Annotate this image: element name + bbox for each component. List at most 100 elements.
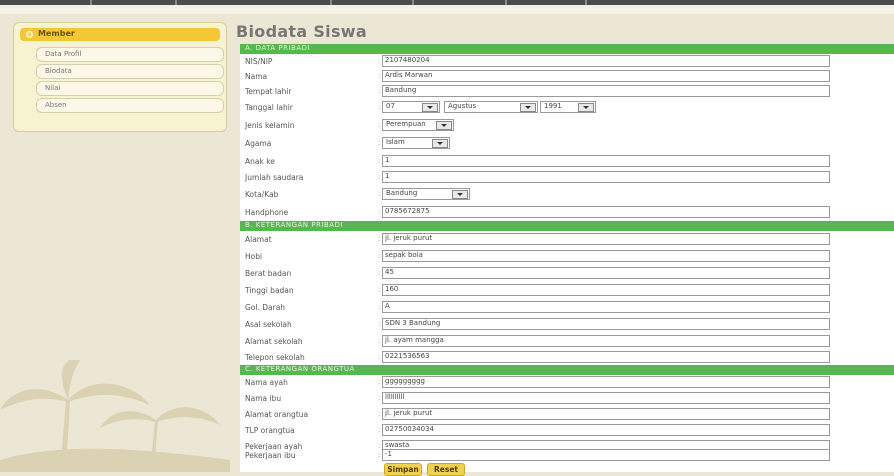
field-value: 160 bbox=[385, 285, 399, 293]
row-tlp-orangtua: TLP orangtua: 02750034034 bbox=[240, 423, 894, 438]
sidebar-menu: Member Data Profil Biodata Nilai Absen bbox=[13, 22, 227, 132]
field-value: 1 bbox=[385, 172, 390, 180]
field-label: Berat badan bbox=[245, 269, 292, 278]
anak-ke-input[interactable]: 1 bbox=[382, 155, 830, 167]
field-value: 0221536563 bbox=[385, 352, 430, 360]
field-value: A bbox=[385, 302, 390, 310]
field-value: Ardis Marwan bbox=[385, 71, 433, 79]
tempat-lahir-input[interactable]: Bandung bbox=[382, 85, 830, 97]
field-value: ggggggggg bbox=[385, 377, 425, 385]
alamat-orangtua-input[interactable]: jl. jeruk purut bbox=[382, 408, 830, 420]
field-label: Kota/Kab bbox=[245, 190, 279, 199]
row-berat-badan: Berat badan: 45 bbox=[240, 266, 894, 281]
religion-select[interactable]: Islam bbox=[382, 137, 450, 149]
sidebar-item-data-profil[interactable]: Data Profil bbox=[36, 47, 224, 62]
field-label: TLP orangtua bbox=[245, 426, 295, 435]
select-value: Agustus bbox=[448, 102, 477, 110]
field-label: Jenis kelamin bbox=[245, 121, 295, 130]
pekerjaan-ibu-input[interactable]: -1 bbox=[382, 449, 830, 461]
top-dark-strip bbox=[0, 0, 894, 5]
sidebar-item-biodata[interactable]: Biodata bbox=[36, 64, 224, 79]
alamat-input[interactable]: jl. jeruk purut bbox=[382, 233, 830, 245]
section-header-keterangan-orangtua: C. KETERANGAN ORANGTUA bbox=[240, 365, 894, 375]
row-tanggal-lahir: Tanggal lahir: 07 Agustus 1991 bbox=[240, 100, 894, 116]
field-value: jl. ayam mangga bbox=[385, 336, 444, 344]
telepon-sekolah-input[interactable]: 0221536563 bbox=[382, 351, 830, 363]
sidebar-header: Member bbox=[20, 28, 220, 41]
sidebar-item-label: Biodata bbox=[45, 67, 72, 75]
gol-darah-input[interactable]: A bbox=[382, 301, 830, 313]
field-value: 2107480204 bbox=[385, 56, 430, 64]
nis-input[interactable]: 2107480204 bbox=[382, 55, 830, 67]
nama-input[interactable]: Ardis Marwan bbox=[382, 70, 830, 82]
sidebar-item-absen[interactable]: Absen bbox=[36, 98, 224, 113]
field-label: Alamat bbox=[245, 235, 272, 244]
month-select[interactable]: Agustus bbox=[444, 101, 538, 113]
row-tempat-lahir: Tempat lahir: Bandung bbox=[240, 84, 894, 99]
field-value: SDN 3 Bandung bbox=[385, 319, 441, 327]
gender-select[interactable]: Perempuan bbox=[382, 119, 454, 131]
chevron-down-icon bbox=[452, 190, 468, 199]
save-button[interactable]: Simpan bbox=[384, 463, 422, 476]
handphone-input[interactable]: 0785672875 bbox=[382, 206, 830, 218]
row-alamat: Alamat: jl. jeruk purut bbox=[240, 232, 894, 247]
asal-sekolah-input[interactable]: SDN 3 Bandung bbox=[382, 318, 830, 330]
field-label: Handphone bbox=[245, 208, 289, 217]
sidebar-item-nilai[interactable]: Nilai bbox=[36, 81, 224, 96]
nama-ibu-input[interactable]: llllllllll bbox=[382, 392, 830, 404]
city-select[interactable]: Bandung bbox=[382, 188, 470, 200]
field-value: -1 bbox=[385, 450, 392, 458]
field-label: Nama ibu bbox=[245, 394, 282, 403]
banner-divider bbox=[585, 0, 587, 5]
field-value: 45 bbox=[385, 268, 394, 276]
row-asal-sekolah: Asal sekolah: SDN 3 Bandung bbox=[240, 317, 894, 332]
field-value: 0785672875 bbox=[385, 207, 430, 215]
field-label: NIS/NIP bbox=[245, 57, 273, 66]
chevron-down-icon bbox=[432, 139, 448, 148]
nama-ayah-input[interactable]: ggggggggg bbox=[382, 376, 830, 388]
row-hobi: Hobi: sepak bola bbox=[240, 249, 894, 264]
row-agama: Agama: Islam bbox=[240, 136, 894, 152]
berat-badan-input[interactable]: 45 bbox=[382, 267, 830, 279]
row-gol-darah: Gol. Darah: A bbox=[240, 300, 894, 315]
section-header-data-pribadi: A. DATA PRIBADI bbox=[240, 44, 894, 54]
reset-button[interactable]: Reset bbox=[427, 463, 465, 476]
tlp-orangtua-input[interactable]: 02750034034 bbox=[382, 424, 830, 436]
day-select[interactable]: 07 bbox=[382, 101, 440, 113]
row-nama-ibu: Nama ibu: llllllllll bbox=[240, 391, 894, 406]
row-telepon-sekolah: Telepon sekolah: 0221536563 bbox=[240, 350, 894, 365]
sidebar-header-label: Member bbox=[38, 29, 75, 38]
alamat-sekolah-input[interactable]: jl. ayam mangga bbox=[382, 335, 830, 347]
row-nama: Nama: Ardis Marwan bbox=[240, 69, 894, 84]
field-label: Tinggi badan bbox=[245, 286, 294, 295]
row-kota: Kota/Kab: Bandung bbox=[240, 187, 894, 203]
hobi-input[interactable]: sepak bola bbox=[382, 250, 830, 262]
row-nama-ayah: Nama ayah: ggggggggg bbox=[240, 375, 894, 390]
field-value: jl. jeruk purut bbox=[385, 234, 433, 242]
field-label: Pekerjaan ibu bbox=[245, 451, 296, 460]
chevron-down-icon bbox=[578, 103, 594, 112]
field-value: jl. jeruk purut bbox=[385, 409, 433, 417]
jumlah-saudara-input[interactable]: 1 bbox=[382, 171, 830, 183]
sidebar-item-label: Absen bbox=[45, 101, 67, 109]
year-select[interactable]: 1991 bbox=[540, 101, 596, 113]
row-jumlah-saudara: Jumlah saudara: 1 bbox=[240, 170, 894, 185]
top-banner bbox=[0, 0, 894, 14]
field-label: Asal sekolah bbox=[245, 320, 292, 329]
field-value: 02750034034 bbox=[385, 425, 434, 433]
section-title: B. KETERANGAN PRIBADI bbox=[245, 221, 343, 229]
banner-divider bbox=[412, 0, 414, 5]
row-nis: NIS/NIP: 2107480204 bbox=[240, 54, 894, 69]
chevron-down-icon bbox=[422, 103, 438, 112]
section-title: C. KETERANGAN ORANGTUA bbox=[245, 365, 355, 373]
section-header-keterangan-pribadi: B. KETERANGAN PRIBADI bbox=[240, 221, 894, 231]
field-label: Hobi bbox=[245, 252, 263, 261]
tinggi-badan-input[interactable]: 160 bbox=[382, 284, 830, 296]
field-label: Telepon sekolah bbox=[245, 353, 305, 362]
member-bullet-icon bbox=[26, 31, 33, 38]
section-title: A. DATA PRIBADI bbox=[245, 44, 311, 52]
banner-divider bbox=[330, 0, 332, 5]
select-value: Perempuan bbox=[386, 120, 426, 128]
field-label: Nama bbox=[245, 72, 268, 81]
field-label: Jumlah saudara bbox=[245, 173, 304, 182]
